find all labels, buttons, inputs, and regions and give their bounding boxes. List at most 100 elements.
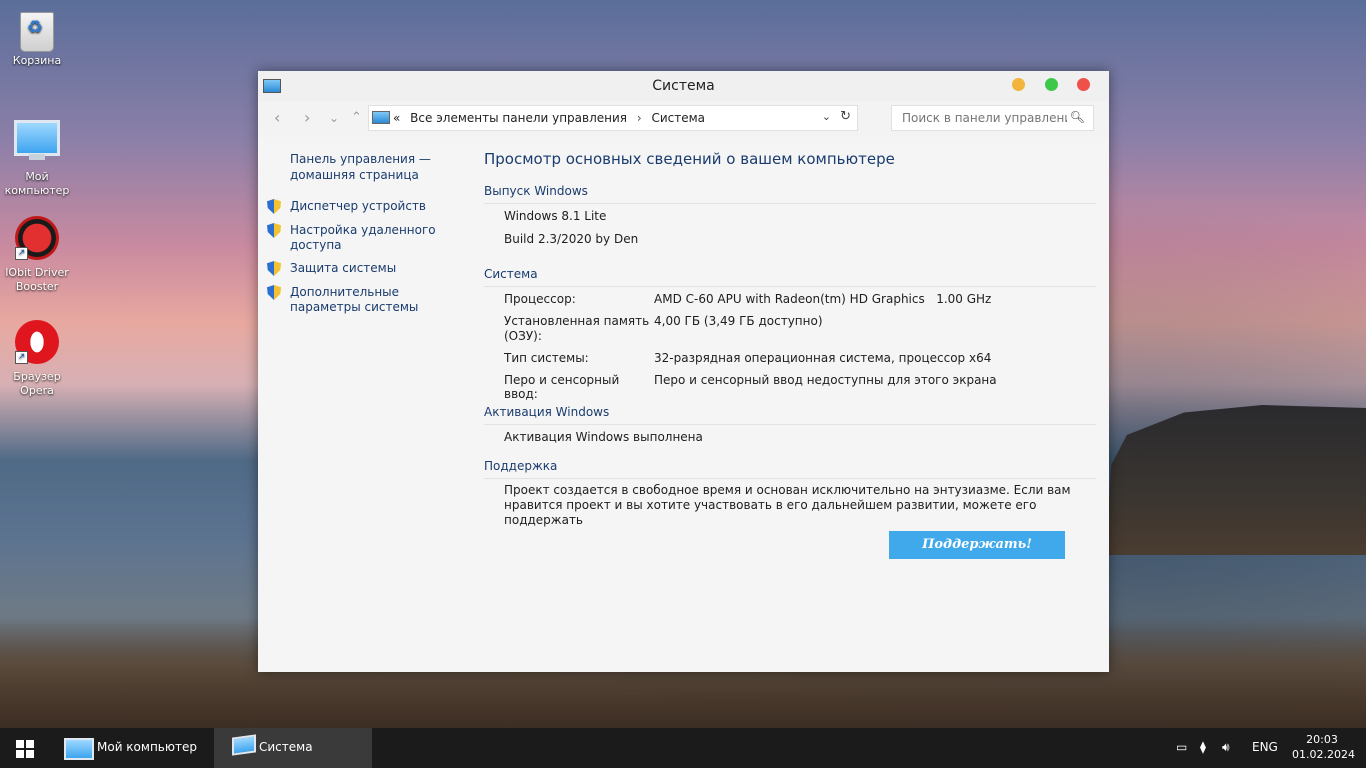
iobit-driver-booster-icon: ↗ <box>15 216 59 260</box>
windows-logo-tile <box>26 740 34 748</box>
shield-icon <box>267 223 281 238</box>
windows-logo-icon <box>16 740 24 748</box>
sidebar-item-remote-settings[interactable]: Настройка удаленного доступа <box>267 223 460 253</box>
row-value: Перо и сенсорный ввод недоступны для это… <box>654 373 997 387</box>
sidebar-item-advanced-settings[interactable]: Дополнительные параметры системы <box>267 285 460 315</box>
windows-logo-tile <box>26 750 34 758</box>
system-row-pen-touch: Перо и сенсорный ввод: Перо и сенсорный в… <box>504 373 997 401</box>
search-box[interactable]: 🔍︎ <box>891 105 1094 131</box>
edition-build: Build 2.3/2020 by Den <box>504 232 639 246</box>
row-value: 4,00 ГБ (3,49 ГБ доступно) <box>654 314 823 328</box>
opera-browser-icon: ↗ <box>15 320 59 364</box>
row-label: Процессор: <box>504 292 576 306</box>
desktop-icon-label: IObit Driver Booster <box>5 266 69 293</box>
taskbar-item-system[interactable]: Система <box>214 728 372 768</box>
close-button[interactable] <box>1077 78 1090 91</box>
row-label: Тип системы: <box>504 351 589 365</box>
sidebar-home-link[interactable]: Панель управления — домашняя страница <box>290 151 460 183</box>
refresh-icon[interactable]: ↻ <box>840 109 851 124</box>
desktop-icon-label: Браузер Opera <box>13 370 61 397</box>
section-system: Система <box>484 267 1096 287</box>
battery-icon[interactable]: ▭ <box>1176 740 1187 754</box>
address-bar[interactable]: « Все элементы панели управления › Систе… <box>368 105 858 131</box>
sidebar-item-label: Защита системы <box>290 261 397 275</box>
row-label: Перо и сенсорный ввод: <box>504 373 620 401</box>
forward-arrow-icon[interactable]: › <box>304 110 310 126</box>
section-header: Система <box>484 267 538 281</box>
system-window: Система ‹ › ⌄ ⌃ « Все элементы панели уп… <box>258 71 1109 672</box>
shortcut-arrow-icon: ↗ <box>15 247 28 260</box>
recycle-bin-icon <box>20 12 54 52</box>
up-arrow-icon[interactable]: ⌃ <box>351 110 362 126</box>
section-divider <box>484 203 1096 204</box>
system-row-processor: Процессор: AMD C-60 APU with Radeon(tm) H… <box>504 292 991 306</box>
chevron-down-icon[interactable]: ⌄ <box>822 110 831 123</box>
section-divider <box>484 286 1096 287</box>
section-windows-edition: Выпуск Windows <box>484 184 1096 204</box>
sidebar-item-system-protection[interactable]: Защита системы <box>267 261 460 276</box>
section-divider <box>484 478 1096 479</box>
shield-icon <box>267 261 281 276</box>
row-value: AMD C-60 APU with Radeon(tm) HD Graphics… <box>654 292 992 306</box>
taskbar-item-label: Мой компьютер <box>97 740 197 754</box>
taskbar-item-my-computer[interactable]: Мой компьютер <box>52 728 210 768</box>
window-title: Система <box>652 78 715 94</box>
desktop-icon-opera[interactable]: ↗ Браузер Opera <box>0 320 74 398</box>
system-row-type: Тип системы: 32-разрядная операционная си… <box>504 351 991 365</box>
sidebar-item-device-manager[interactable]: Диспетчер устройств <box>267 199 460 214</box>
donate-button[interactable]: Поддержать! <box>889 531 1065 559</box>
content-area: Панель управления — домашняя страница Ди… <box>258 137 1109 672</box>
sidebar-item-label: Дополнительные параметры системы <box>290 285 419 314</box>
sidebar-item-label: Настройка удаленного доступа <box>290 223 436 252</box>
search-input[interactable] <box>900 110 1069 126</box>
search-icon[interactable]: 🔍︎ <box>1070 110 1085 124</box>
control-panel-icon <box>372 111 390 124</box>
computer-icon <box>14 120 60 160</box>
shield-icon <box>267 285 281 300</box>
row-value: 32-разрядная операционная система, проце… <box>654 351 992 365</box>
breadcrumb-separator[interactable]: › <box>637 111 642 125</box>
clock-date: 01.02.2024 <box>1292 748 1355 761</box>
sidebar-item-label: Диспетчер устройств <box>290 199 427 213</box>
taskbar: Мой компьютер Система ▭ ⧫ 🔊︎ ENG 20:03 0… <box>0 728 1366 768</box>
shortcut-arrow-icon: ↗ <box>15 351 28 364</box>
taskbar-item-label: Система <box>259 740 313 754</box>
section-support: Поддержка <box>484 459 1096 479</box>
back-arrow-icon[interactable]: ‹ <box>274 110 280 126</box>
navigation-bar: ‹ › ⌄ ⌃ « Все элементы панели управления… <box>258 101 1109 135</box>
minimize-button[interactable] <box>1012 78 1025 91</box>
desktop-icon-iobit[interactable]: ↗ IObit Driver Booster <box>0 216 74 294</box>
breadcrumb-all-items[interactable]: Все элементы панели управления <box>410 111 627 125</box>
clock[interactable]: 20:03 01.02.2024 <box>1292 732 1355 762</box>
support-text: Проект создается в свободное время и осн… <box>504 483 1071 527</box>
clock-time: 20:03 <box>1306 733 1338 746</box>
desktop-icon-my-computer[interactable]: Мой компьютер <box>0 112 74 198</box>
activation-status: Активация Windows выполнена <box>504 430 703 444</box>
breadcrumb-overflow[interactable]: « <box>393 111 400 125</box>
desktop-icon-label: Мой компьютер <box>4 170 70 197</box>
volume-icon[interactable]: 🔊︎ <box>1222 740 1230 755</box>
recent-locations-icon[interactable]: ⌄ <box>329 110 339 126</box>
wifi-icon[interactable]: ⧫ <box>1200 740 1206 754</box>
wallpaper-cliff <box>1106 405 1366 555</box>
desktop-icon-recycle-bin[interactable]: Корзина <box>0 6 74 68</box>
section-header: Активация Windows <box>484 405 610 419</box>
section-activation: Активация Windows <box>484 405 1096 425</box>
section-divider <box>484 424 1096 425</box>
page-title: Просмотр основных сведений о вашем компь… <box>484 150 895 168</box>
title-bar[interactable]: Система <box>258 71 1109 101</box>
section-header: Поддержка <box>484 459 558 473</box>
breadcrumb-system[interactable]: Система <box>651 111 705 125</box>
system-app-icon <box>232 734 256 756</box>
maximize-button[interactable] <box>1045 78 1058 91</box>
row-label: Установленная память (ОЗУ): <box>504 314 650 343</box>
computer-icon <box>64 738 94 760</box>
section-header: Выпуск Windows <box>484 184 588 198</box>
language-indicator[interactable]: ENG <box>1252 740 1278 754</box>
windows-logo-tile <box>16 750 24 758</box>
breadcrumb: « Все элементы панели управления › Систе… <box>393 111 705 125</box>
desktop-icon-label: Корзина <box>12 54 62 67</box>
start-button[interactable] <box>16 740 34 758</box>
edition-name: Windows 8.1 Lite <box>504 209 607 223</box>
shield-icon <box>267 199 281 214</box>
